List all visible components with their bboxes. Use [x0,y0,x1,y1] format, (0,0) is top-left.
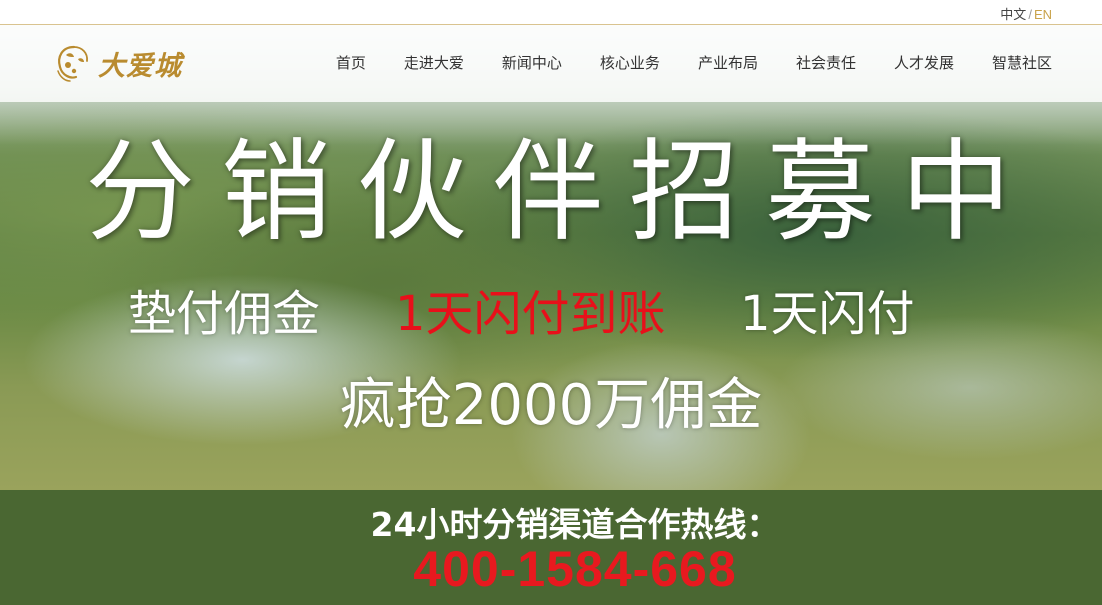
hotline-label: 24小时分销渠道合作热线： [370,505,780,544]
main-nav: 首页 走进大爱 新闻中心 核心业务 产业布局 社会责任 人才发展 智慧社区 [336,52,1052,73]
nav-item-core-business[interactable]: 核心业务 [600,52,660,73]
hero-headline: 分销伙伴招募中 [85,128,1037,256]
language-zh-link[interactable]: 中文 [1000,7,1026,22]
logo-text: 大爱城 [98,50,182,82]
nav-item-news[interactable]: 新闻中心 [502,52,562,73]
nav-item-social-responsibility[interactable]: 社会责任 [796,52,856,73]
nav-item-smart-community[interactable]: 智慧社区 [992,52,1052,73]
hero-subline-same-day-payout: 1天闪付到账 [395,286,666,342]
language-switcher: 中文 / EN [1000,4,1052,23]
logo[interactable]: 大爱城 [52,39,192,87]
site-header: 大爱城 首页 走进大爱 新闻中心 核心业务 产业布局 社会责任 人才发展 智慧社… [0,25,1102,102]
hotline-phone[interactable]: 400-1584-668 [0,540,1102,598]
nav-item-talent[interactable]: 人才发展 [894,52,954,73]
language-separator: / [1028,7,1032,22]
hero-subline-2: 疯抢2000万佣金 [339,373,763,438]
top-language-bar: 中文 / EN [0,0,1102,25]
logo-emblem-icon [57,45,88,82]
language-en-link[interactable]: EN [1034,7,1052,22]
nav-item-industry-layout[interactable]: 产业布局 [698,52,758,73]
hero-subline-advance-commission: 垫付佣金 [128,286,321,342]
hotline-band: 24小时分销渠道合作热线： 400-1584-668 [0,490,1102,605]
nav-item-about[interactable]: 走进大爱 [404,52,464,73]
nav-item-home[interactable]: 首页 [336,52,366,73]
hero-subline-fast-pay: 1天闪付 [740,286,915,342]
page: 中文 / EN 大爱城 首页 走进大爱 新闻中心 核心业务 产业布局 社会责任 人才… [0,0,1102,605]
